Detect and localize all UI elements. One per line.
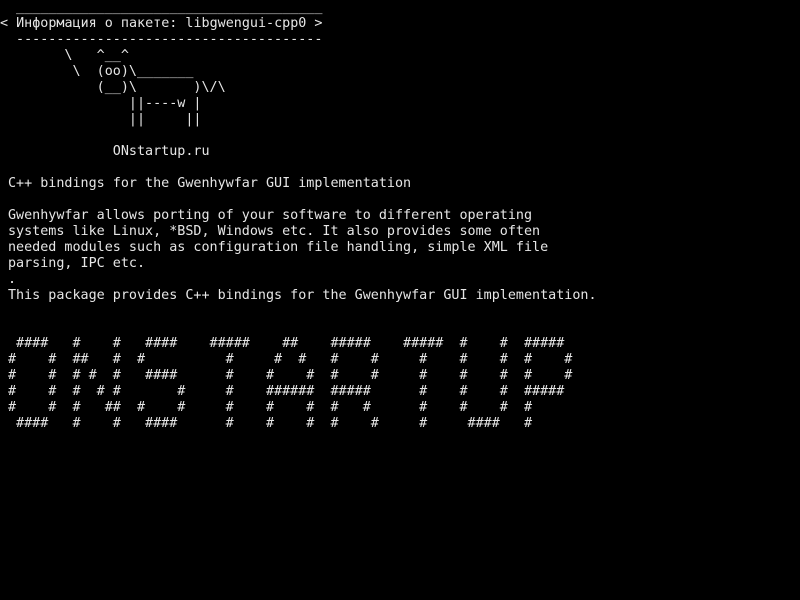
description-line: parsing, IPC etc. — [8, 256, 146, 271]
package-description: C++ bindings for the Gwenhywfar GUI impl… — [8, 176, 597, 304]
banner-line: # # # ## # # # # # # # # # # # — [8, 400, 533, 415]
cow-line — [8, 128, 226, 144]
cow-line: ||----w | — [8, 96, 202, 111]
description-line: systems like Linux, *BSD, Windows etc. I… — [8, 224, 541, 239]
banner-line: # # ## # # # # # # # # # # # # — [8, 352, 573, 367]
description-line: needed modules such as configuration fil… — [8, 240, 549, 255]
cow-line: \ ^__^ — [8, 48, 129, 63]
cow-line: || || — [8, 112, 202, 127]
description-line: . — [8, 272, 17, 287]
description-line: This package provides C++ bindings for t… — [8, 288, 597, 303]
description-summary: C++ bindings for the Gwenhywfar GUI impl… — [8, 176, 412, 191]
banner-line: # # # # # # # ###### ##### # # # ##### — [8, 384, 565, 399]
banner-line: # # # # # #### # # # # # # # # # # — [8, 368, 573, 383]
cowsay-bottom-border: -------------------------------------- — [8, 32, 323, 47]
cow-line: \ (oo)\_______ — [8, 64, 194, 79]
site-credit: ONstartup.ru — [8, 144, 210, 159]
banner-line: #### # # #### ##### ## ##### ##### # # #… — [8, 336, 565, 351]
terminal-window: ______________________________________ <… — [0, 0, 800, 600]
ascii-banner: #### # # #### ##### ## ##### ##### # # #… — [8, 336, 572, 432]
description-line — [8, 192, 597, 208]
cow-line: (__)\ )\/\ — [8, 80, 226, 95]
cowsay-title: < Информация о пакете: libgwengui-cpp0 > — [0, 16, 323, 31]
cow-ascii-art: \ ^__^ \ (oo)\_______ (__)\ )\/\ ||----w… — [8, 48, 226, 160]
cowsay-top-border: ______________________________________ — [8, 0, 323, 15]
banner-line: #### # # #### # # # # # # #### # — [8, 416, 533, 431]
description-line: Gwenhywfar allows porting of your softwa… — [8, 208, 533, 223]
